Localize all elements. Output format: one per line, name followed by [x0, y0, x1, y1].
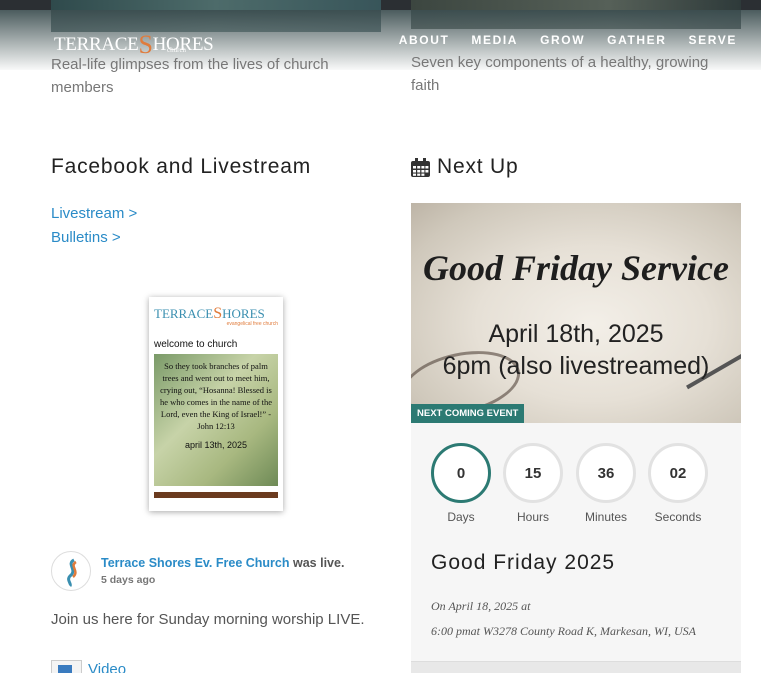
countdown-minutes: 36 Minutes [576, 443, 636, 524]
avatar[interactable] [51, 551, 91, 591]
countdown-seconds: 02 Seconds [648, 443, 708, 524]
next-up-label: Next Up [437, 155, 519, 178]
event-image-time: 6pm (also livestreamed) [442, 352, 710, 380]
bulletin-date: april 13th, 2025 [184, 440, 248, 450]
event-location-line: 6:00 pmat W3278 County Road K, Markesan,… [431, 624, 696, 638]
countdown-seconds-label: Seconds [654, 510, 702, 524]
post-video-attachment[interactable]: Video [51, 660, 126, 673]
countdown-days-label: Days [447, 510, 475, 524]
nav-media[interactable]: MEDIA [471, 33, 518, 47]
main-nav: ABOUT MEDIA GROW GATHER SERVE [399, 33, 737, 47]
card-caption-stories: Real-life glimpses from the lives of chu… [51, 56, 329, 96]
church-logo-icon [67, 558, 77, 588]
bulletin-welcome: welcome to church [154, 339, 238, 350]
bulletin-thumbnail[interactable]: TERRACESHORES evangelical free church we… [149, 297, 283, 511]
bulletin-verse: So they took branches of palm trees and … [159, 361, 273, 431]
post-page-name[interactable]: Terrace Shores Ev. Free Church [101, 556, 290, 570]
countdown-minutes-value: 36 [576, 443, 636, 503]
countdown-minutes-label: Minutes [584, 510, 628, 524]
countdown-days: 0 Days [431, 443, 491, 524]
nav-gather[interactable]: GATHER [607, 33, 666, 47]
countdown-hours-value: 15 [503, 443, 563, 503]
next-event-badge: NEXT COMING EVENT [411, 404, 525, 423]
post-author-line: Terrace Shores Ev. Free Church was live. [101, 556, 344, 570]
video-icon [51, 660, 82, 673]
nav-serve[interactable]: SERVE [689, 33, 737, 47]
post-timestamp[interactable]: 5 days ago [101, 574, 155, 586]
countdown-days-value: 0 [431, 443, 491, 503]
event-when: On April 18, 2025 at 6:00 pmat W3278 Cou… [431, 594, 731, 644]
nav-about[interactable]: ABOUT [399, 33, 450, 47]
nav-grow[interactable]: GROW [540, 33, 585, 47]
media-links: Livestream > Bulletins > [51, 202, 137, 250]
video-label: Video [88, 660, 127, 673]
post-status: was live. [293, 556, 345, 570]
calendar-icon [411, 157, 430, 177]
bulletins-link[interactable]: Bulletins > [51, 226, 137, 250]
facebook-section-title: Facebook and Livestream [51, 155, 312, 178]
event-name[interactable]: Good Friday 2025 [431, 551, 615, 575]
card-caption-components: Seven key components of a healthy, growi… [411, 54, 709, 94]
bulletin-footer-bar [154, 492, 278, 498]
event-date-line: On April 18, 2025 at [431, 599, 531, 613]
logo-word-terrace: TERRACE [54, 34, 139, 55]
event-image-date: April 18th, 2025 [488, 320, 664, 348]
countdown-hours: 15 Hours [503, 443, 563, 524]
post-text: Join us here for Sunday morning worship … [51, 611, 365, 628]
event-panel-footer [411, 661, 741, 673]
livestream-link[interactable]: Livestream > [51, 202, 137, 226]
countdown-seconds-value: 02 [648, 443, 708, 503]
bulletin-palm-panel: So they took branches of palm trees and … [154, 354, 278, 486]
event-image[interactable]: Good Friday Service April 18th, 2025 6pm… [411, 203, 741, 423]
event-image-title: Good Friday Service [423, 248, 729, 288]
countdown-hours-label: Hours [516, 510, 549, 524]
next-up-section-title: Next Up [411, 155, 518, 179]
